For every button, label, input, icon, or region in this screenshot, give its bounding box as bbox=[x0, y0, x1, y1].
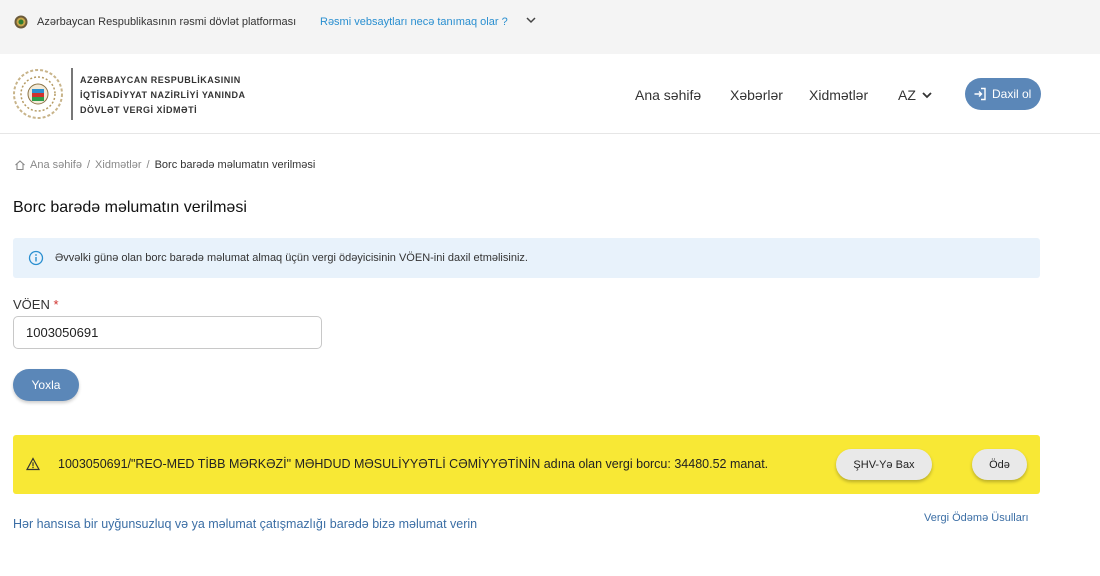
org-name-line-2: İQTİSADİYYAT NAZİRLİYİ YANINDA bbox=[80, 90, 246, 100]
view-shv-button[interactable]: ŞHV-Yə Bax bbox=[836, 449, 932, 480]
breadcrumb: Ana səhifə / Xidmətlər / Borc barədə məl… bbox=[14, 158, 315, 172]
chevron-down-icon[interactable] bbox=[921, 89, 933, 101]
voen-input[interactable] bbox=[13, 316, 322, 349]
payment-methods-link[interactable]: Vergi Ödəmə Üsulları bbox=[924, 511, 1029, 525]
logo-divider bbox=[71, 68, 73, 120]
voen-label: VÖEN * bbox=[13, 297, 59, 313]
page-title: Borc barədə məlumatın verilməsi bbox=[13, 199, 247, 216]
chevron-down-icon[interactable] bbox=[525, 14, 537, 26]
nav-news[interactable]: Xəbərlər bbox=[730, 87, 783, 103]
info-text: Əvvəlki günə olan borc barədə məlumat al… bbox=[55, 252, 528, 264]
official-platform-text: Azərbaycan Respublikasının rəsmi dövlət … bbox=[37, 16, 297, 28]
pay-button[interactable]: Ödə bbox=[972, 449, 1027, 480]
nav-services[interactable]: Xidmətlər bbox=[809, 87, 868, 103]
recognize-websites-link[interactable]: Rəsmi vebsaytları necə tanımaq olar ? bbox=[320, 15, 508, 29]
required-mark: * bbox=[53, 297, 59, 312]
org-name-line-1: AZƏRBAYCAN RESPUBLİKASININ bbox=[80, 75, 241, 85]
debt-result-alert: 1003050691/"REO-MED TİBB MƏRKƏZİ" MƏHDUD… bbox=[13, 435, 1040, 494]
language-selector[interactable]: AZ bbox=[898, 87, 916, 103]
breadcrumb-separator: / bbox=[86, 159, 91, 171]
organization-name[interactable]: AZƏRBAYCAN RESPUBLİKASININ İQTİSADİYYAT … bbox=[80, 73, 246, 118]
info-icon bbox=[28, 250, 44, 266]
site-header: AZƏRBAYCAN RESPUBLİKASININ İQTİSADİYYAT … bbox=[0, 54, 1100, 134]
official-banner: Azərbaycan Respublikasının rəsmi dövlət … bbox=[0, 0, 1100, 54]
org-name-line-3: DÖVLƏT VERGİ XİDMƏTİ bbox=[80, 105, 198, 115]
state-tax-service-logo[interactable] bbox=[12, 68, 64, 120]
debt-result-text: 1003050691/"REO-MED TİBB MƏRKƏZİ" MƏHDUD… bbox=[58, 457, 769, 471]
breadcrumb-home[interactable]: Ana səhifə bbox=[30, 158, 82, 172]
nav-home[interactable]: Ana səhifə bbox=[635, 87, 701, 103]
login-icon bbox=[974, 87, 986, 101]
home-icon[interactable] bbox=[14, 159, 26, 171]
login-label: Daxil ol bbox=[992, 87, 1032, 101]
warning-icon bbox=[26, 457, 40, 471]
report-issue-link[interactable]: Hər hansısa bir uyğunsuzluq və ya məluma… bbox=[13, 517, 477, 532]
check-button[interactable]: Yoxla bbox=[13, 369, 79, 401]
emblem-icon bbox=[14, 15, 28, 29]
breadcrumb-separator: / bbox=[146, 159, 150, 171]
breadcrumb-current: Borc barədə məlumatın verilməsi bbox=[154, 159, 316, 171]
breadcrumb-services[interactable]: Xidmətlər bbox=[95, 158, 141, 172]
voen-label-text: VÖEN bbox=[13, 297, 50, 312]
login-button[interactable]: Daxil ol bbox=[965, 78, 1041, 110]
info-alert: Əvvəlki günə olan borc barədə məlumat al… bbox=[13, 238, 1040, 278]
